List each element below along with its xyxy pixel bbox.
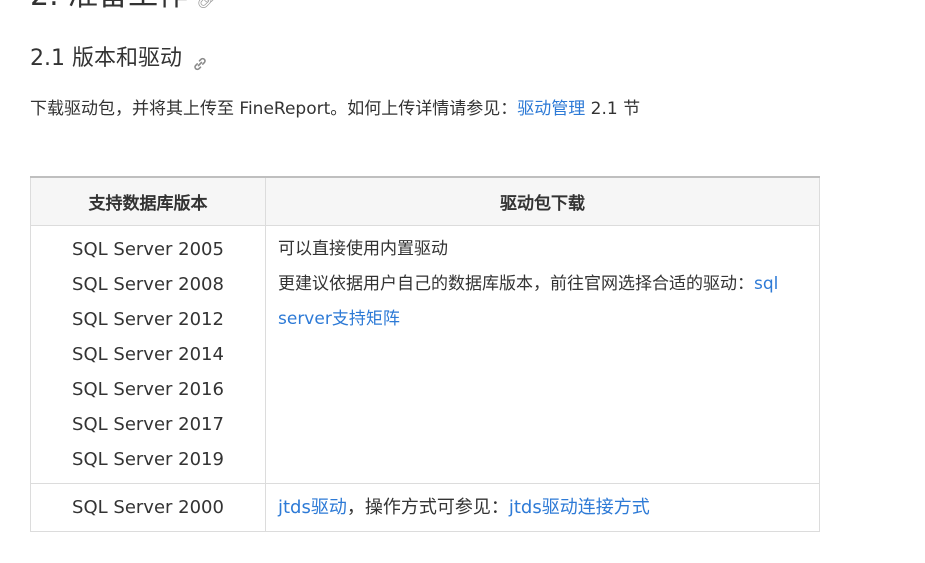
table-row: SQL Server 2000 jtds驱动，操作方式可参见：jtds驱动连接方… <box>30 483 820 532</box>
section-heading-text: 2. 准备工作 <box>30 0 188 13</box>
recommend-text: 更建议依据用户自己的数据库版本，前往官网选择合适的驱动：sql server支持… <box>278 267 799 337</box>
version-item: SQL Server 2012 <box>72 309 224 330</box>
intro-text: 下载驱动包，并将其上传至 FineReport。如何上传详情请参见： <box>30 99 518 119</box>
download-cell: 可以直接使用内置驱动 更建议依据用户自己的数据库版本，前往官网选择合适的驱动：s… <box>265 225 820 484</box>
intro-text-after: 2.1 节 <box>585 99 641 119</box>
versions-cell: SQL Server 2005 SQL Server 2008 SQL Serv… <box>30 225 266 484</box>
version-item: SQL Server 2019 <box>72 449 224 470</box>
builtin-driver-text: 可以直接使用内置驱动 <box>278 239 448 259</box>
download-cell: jtds驱动，操作方式可参见：jtds驱动连接方式 <box>265 483 820 532</box>
version-item: SQL Server 2016 <box>72 379 224 400</box>
version-item: SQL Server 2005 <box>72 239 224 260</box>
sub-heading-text: 2.1 版本和驱动 <box>30 46 182 71</box>
operation-text: ，操作方式可参见： <box>346 497 509 518</box>
section-heading: 2. 准备工作 🔗︎ <box>30 0 219 18</box>
link-anchor-icon[interactable]: 🔗︎ <box>196 0 219 10</box>
link-anchor-icon[interactable] <box>192 51 208 71</box>
sub-heading: 2.1 版本和驱动 <box>30 44 208 74</box>
table-header-row: 支持数据库版本 驱动包下载 <box>30 176 820 226</box>
column-header-versions: 支持数据库版本 <box>30 176 266 226</box>
chain-link-icon <box>194 57 206 71</box>
version-item: SQL Server 2017 <box>72 414 224 435</box>
version-cell: SQL Server 2000 <box>30 483 266 532</box>
column-header-download: 驱动包下载 <box>265 176 820 226</box>
driver-management-link[interactable]: 驱动管理 <box>517 99 585 119</box>
recommend-text-body: 更建议依据用户自己的数据库版本，前往官网选择合适的驱动： <box>278 274 754 294</box>
driver-table: 支持数据库版本 驱动包下载 SQL Server 2005 SQL Server… <box>30 176 820 532</box>
table-row: SQL Server 2005 SQL Server 2008 SQL Serv… <box>30 225 820 484</box>
jtds-connection-link[interactable]: jtds驱动连接方式 <box>509 497 650 518</box>
version-item: SQL Server 2014 <box>72 344 224 365</box>
jtds-driver-link[interactable]: jtds驱动 <box>278 497 347 518</box>
version-item: SQL Server 2008 <box>72 274 224 295</box>
intro-paragraph: 下载驱动包，并将其上传至 FineReport。如何上传详情请参见：驱动管理 2… <box>30 96 640 122</box>
